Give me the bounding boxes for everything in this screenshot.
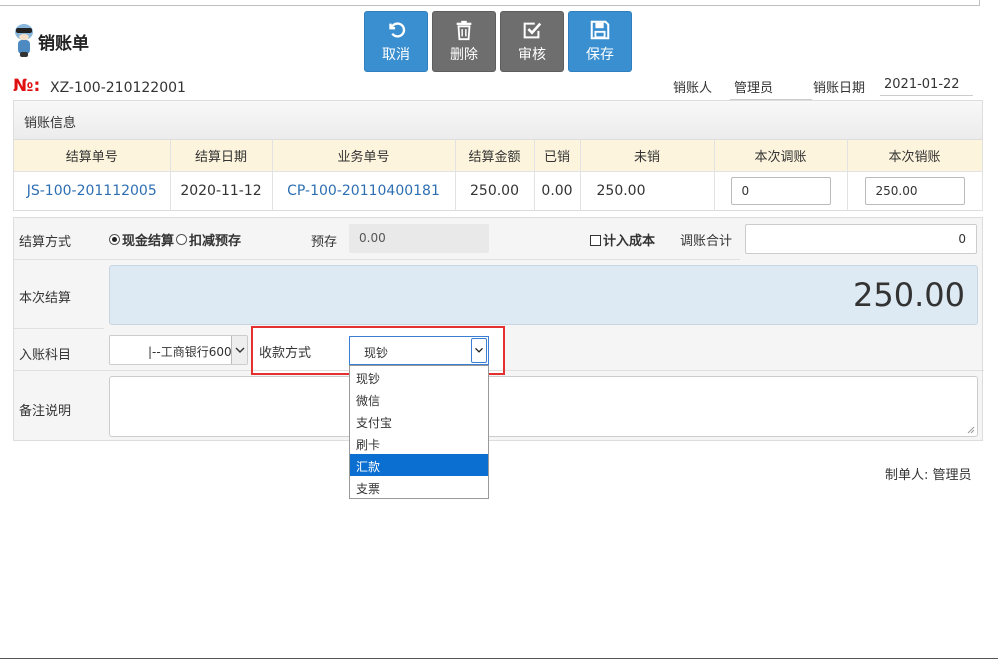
- bottom-border: [0, 658, 998, 659]
- cleared-cell: 0.00: [534, 171, 581, 211]
- current-label: 本次结算: [19, 291, 72, 306]
- maker-value: 管理员: [932, 468, 972, 483]
- cost-checkbox-wrap[interactable]: 计入成本: [590, 230, 655, 249]
- col-settle-date: 结算日期: [170, 140, 273, 172]
- col-amount: 结算金额: [455, 140, 535, 172]
- divider: [14, 328, 104, 329]
- adjust-cell: 0: [714, 171, 848, 211]
- chevron-down-icon: [235, 347, 245, 353]
- writer-field[interactable]: 管理员: [730, 77, 812, 100]
- settle-date-cell: 2020-11-12: [170, 171, 273, 211]
- table-row: JS-100-201112005 2020-11-12 CP-100-20110…: [14, 171, 983, 211]
- settlement-table: 结算单号 结算日期 业务单号 结算金额 已销 未销 本次调账 本次销账 JS-1…: [14, 140, 983, 211]
- amount-cell: 250.00: [455, 171, 535, 211]
- page-title: 销账单: [38, 34, 89, 54]
- delete-button[interactable]: 删除: [432, 11, 496, 72]
- account-dropdown-arrow[interactable]: [231, 336, 247, 364]
- table-header-row: 结算单号 结算日期 业务单号 结算金额 已销 未销 本次调账 本次销账: [14, 140, 983, 172]
- method-label: 结算方式: [19, 235, 72, 250]
- date-label: 销账日期: [813, 81, 866, 96]
- adjust-input[interactable]: 0: [730, 177, 831, 206]
- top-input-edge: [0, 0, 980, 6]
- method-radio-group: 现金结算 扣减预存: [109, 230, 241, 249]
- pay-method-dropdown: 现钞 微信 支付宝 刷卡 汇款 支票: [349, 365, 489, 499]
- pay-option-remittance[interactable]: 汇款: [350, 454, 488, 476]
- logo-mascot-icon: [15, 24, 33, 57]
- pay-method-dropdown-arrow[interactable]: [471, 338, 487, 363]
- account-value: |--工商银行600: [148, 345, 232, 359]
- save-label: 保存: [586, 47, 614, 63]
- pay-option-cheque[interactable]: 支票: [350, 476, 488, 498]
- pay-option-alipay[interactable]: 支付宝: [350, 410, 488, 432]
- col-settle-no: 结算单号: [14, 140, 171, 172]
- cost-label: 计入成本: [603, 234, 656, 249]
- toolbar: 取消 删除 审核 保存: [364, 11, 632, 72]
- floppy-disk-icon: [590, 20, 610, 40]
- remark-label: 备注说明: [19, 404, 72, 419]
- maker-info: 制单人: 管理员: [885, 464, 972, 483]
- section-title: 销账信息: [14, 101, 982, 140]
- writeoff-input[interactable]: 250.00: [864, 177, 965, 206]
- review-label: 审核: [518, 47, 546, 63]
- check-square-icon: [523, 22, 542, 39]
- pay-option-card[interactable]: 刷卡: [350, 432, 488, 454]
- maker-label: 制单人:: [885, 468, 929, 483]
- prepaid-radio-label[interactable]: 扣减预存: [189, 230, 241, 249]
- review-button[interactable]: 审核: [500, 11, 564, 72]
- delete-label: 删除: [450, 47, 478, 63]
- cost-checkbox[interactable]: [590, 235, 601, 246]
- cancel-button[interactable]: 取消: [364, 11, 428, 72]
- trash-icon: [456, 20, 472, 41]
- col-uncleared: 未销: [580, 140, 715, 172]
- prepaid-radio[interactable]: [176, 234, 188, 245]
- date-field[interactable]: 2021-01-22: [880, 77, 973, 96]
- writeoff-info-panel: 销账信息 结算单号 结算日期 业务单号 结算金额 已销 未销 本次调账 本次销账…: [13, 100, 983, 211]
- account-label: 入账科目: [19, 348, 72, 363]
- resize-grip-icon[interactable]: [965, 424, 975, 434]
- prepaid-field: 0.00: [349, 224, 489, 253]
- col-cleared: 已销: [534, 140, 581, 172]
- number-value: XZ-100-210122001: [50, 80, 186, 96]
- settle-no-link[interactable]: JS-100-201112005: [14, 171, 171, 211]
- col-adjust: 本次调账: [714, 140, 848, 172]
- save-button[interactable]: 保存: [568, 11, 632, 72]
- pay-method-label: 收款方式: [259, 346, 312, 361]
- pay-method-value: 现钞: [364, 346, 389, 360]
- col-biz-no: 业务单号: [272, 140, 456, 172]
- undo-icon: [389, 22, 406, 38]
- pay-option-wechat[interactable]: 微信: [350, 388, 488, 410]
- prepaid-label: 预存: [311, 235, 338, 250]
- writeoff-cell: 250.00: [847, 171, 983, 211]
- pay-option-cash[interactable]: 现钞: [350, 366, 488, 388]
- cash-radio-label[interactable]: 现金结算: [122, 230, 174, 249]
- current-amount-field: 250.00: [109, 265, 978, 325]
- adjust-total-input[interactable]: 0: [745, 224, 977, 254]
- adjust-total-label: 调账合计: [680, 234, 733, 249]
- writer-label: 销账人: [673, 81, 713, 96]
- cash-radio[interactable]: [109, 234, 120, 245]
- uncleared-cell: 250.00: [580, 171, 715, 211]
- col-writeoff: 本次销账: [847, 140, 983, 172]
- pay-method-select[interactable]: 现钞: [349, 336, 489, 365]
- number-label: №:: [13, 76, 41, 96]
- account-select[interactable]: |--工商银行600: [109, 335, 248, 365]
- remark-textarea[interactable]: [109, 376, 978, 437]
- cancel-label: 取消: [382, 47, 410, 63]
- biz-no-link[interactable]: CP-100-20110400181: [272, 171, 456, 211]
- chevron-down-icon: [475, 347, 483, 353]
- divider: [14, 259, 740, 260]
